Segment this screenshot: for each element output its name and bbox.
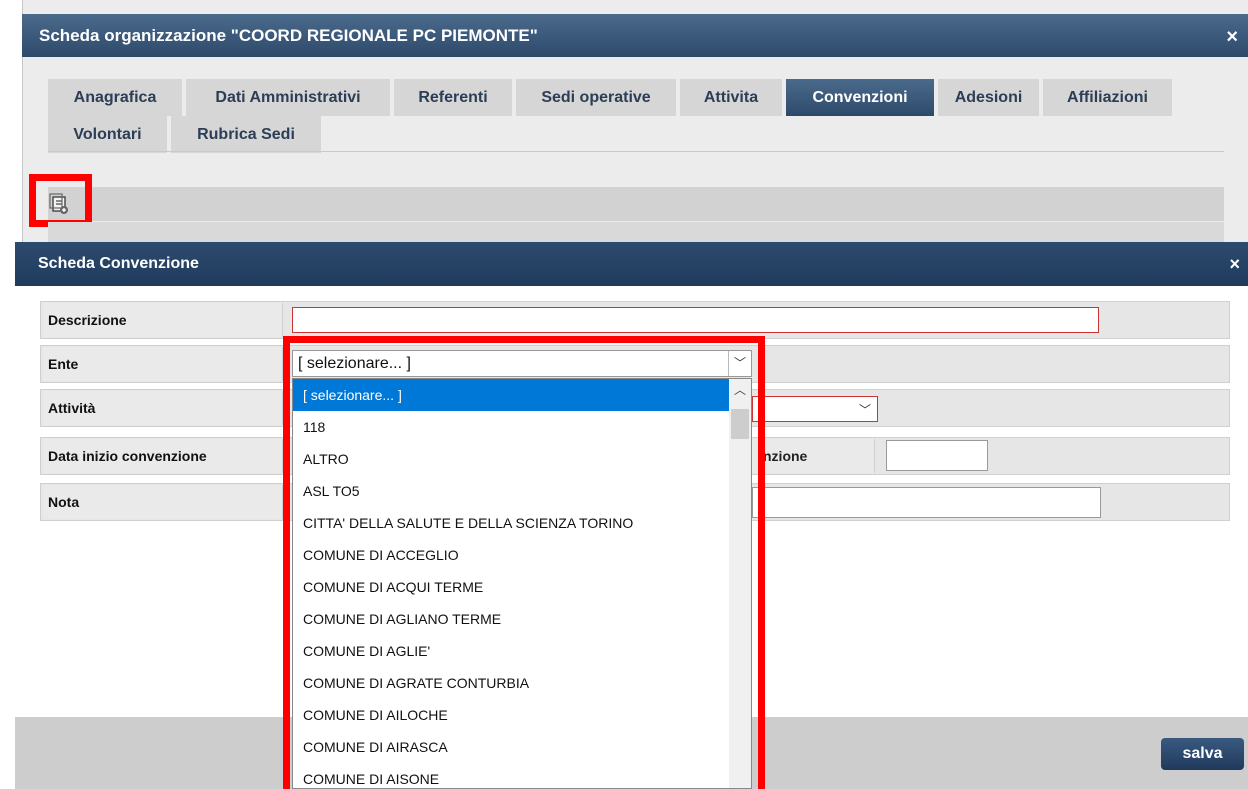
label-descrizione: Descrizione (43, 303, 283, 337)
label-nota: Nota (43, 485, 283, 519)
outer-title: Scheda organizzazione "COORD REGIONALE P… (39, 26, 538, 45)
close-icon[interactable]: × (1229, 254, 1240, 275)
tabs-divider (48, 151, 1224, 152)
chevron-down-icon: ﹀ (858, 403, 871, 417)
tab-sedi-operative[interactable]: Sedi operative (516, 79, 676, 116)
data-fine-input[interactable] (886, 440, 988, 471)
outer-title-bar: Scheda organizzazione "COORD REGIONALE P… (22, 14, 1248, 57)
modal-title: Scheda Convenzione (38, 255, 199, 272)
grid-header (48, 222, 1224, 244)
tab-attivita[interactable]: Attivita (680, 79, 782, 116)
label-data-fine: nzione (752, 439, 875, 473)
descrizione-input[interactable] (292, 307, 1099, 333)
save-button[interactable]: salva (1161, 738, 1244, 770)
label-data-inizio: Data inizio convenzione (43, 439, 283, 473)
highlight-box-dropdown (283, 336, 765, 789)
tab-referenti[interactable]: Referenti (394, 79, 512, 116)
tab-volontari[interactable]: Volontari (48, 116, 167, 153)
tab-convenzioni[interactable]: Convenzioni (786, 79, 934, 116)
label-ente: Ente (43, 347, 283, 381)
tab-anagrafica[interactable]: Anagrafica (48, 79, 182, 116)
attivita-select[interactable]: ﹀ (752, 396, 878, 422)
tab-dati-amministrativi[interactable]: Dati Amministrativi (186, 79, 390, 116)
label-attivita: Attività (43, 391, 283, 425)
tab-adesioni[interactable]: Adesioni (938, 79, 1039, 116)
tab-rubrica-sedi[interactable]: Rubrica Sedi (171, 116, 321, 153)
highlight-box-add (29, 174, 92, 227)
close-icon[interactable]: × (1226, 26, 1238, 49)
grid-toolbar (48, 187, 1224, 221)
modal-title-bar: Scheda Convenzione × (15, 242, 1248, 286)
nota-input[interactable] (752, 487, 1101, 518)
tab-affiliazioni[interactable]: Affiliazioni (1043, 79, 1172, 116)
